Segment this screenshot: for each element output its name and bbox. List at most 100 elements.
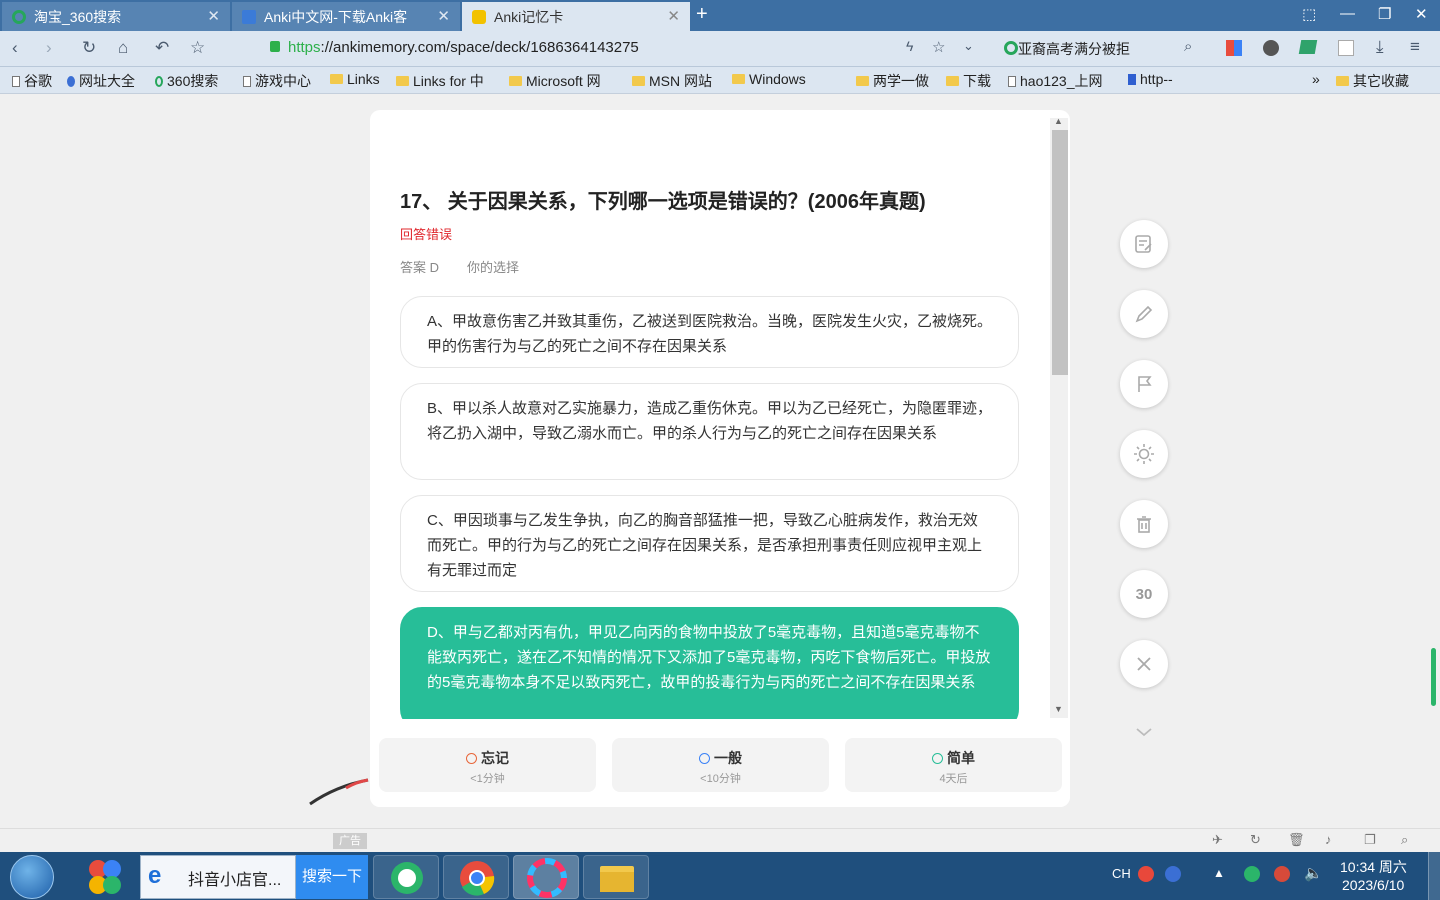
bookmark-item[interactable]: Microsoft 网 — [509, 71, 601, 91]
option-d[interactable]: D、甲与乙都对丙有仇，甲见乙向丙的食物中投放了5毫克毒物，且知道5毫克毒物不能致… — [400, 607, 1019, 731]
forget-button[interactable]: 忘记 <1分钟 — [379, 738, 596, 792]
close-tab-icon[interactable]: ✕ — [667, 7, 680, 25]
lightning-icon[interactable]: ϟ — [906, 38, 913, 54]
back-icon[interactable]: ‹ — [12, 38, 18, 58]
bookmark-label: hao123_上网 — [1020, 73, 1103, 89]
easy-button[interactable]: 简单 4天后 — [845, 738, 1062, 792]
answer-status: 回答错误 — [400, 227, 453, 242]
360-search-icon — [12, 9, 26, 24]
correct-answer: 答案 D — [400, 260, 440, 275]
flag-icon[interactable] — [1120, 360, 1168, 408]
window-icon[interactable]: ❐ — [1364, 832, 1376, 848]
close-icon[interactable] — [1120, 640, 1168, 688]
bookmark-label: 下载 — [963, 73, 991, 89]
decorative-stroke — [309, 778, 369, 806]
page-icon — [243, 75, 251, 87]
clear-icon[interactable]: 🗑 — [1288, 832, 1305, 848]
sound-icon[interactable]: ♪ — [1325, 832, 1332, 847]
help-icon[interactable] — [1165, 866, 1181, 882]
search-suggestion[interactable]: 亚裔高考满分被拒 — [1018, 39, 1130, 59]
bookmark-star-icon[interactable]: ☆ — [932, 38, 945, 56]
pinwheel-app-icon[interactable] — [72, 855, 138, 899]
volume-icon[interactable]: 🔈 — [1304, 864, 1323, 882]
zoom-icon[interactable]: ⌕ — [1401, 832, 1408, 848]
home-icon[interactable]: ⌂ — [118, 38, 128, 58]
bookmark-item[interactable]: http-- — [1128, 71, 1173, 87]
browser-status-bar — [0, 828, 1440, 852]
timer-badge[interactable]: 30 — [1120, 570, 1168, 618]
brightness-icon[interactable] — [1120, 430, 1168, 478]
bookmark-label: Links for 中 — [413, 73, 484, 89]
folder-icon — [632, 76, 645, 86]
tab-anki-memory[interactable]: Anki记忆卡 ✕ — [462, 2, 690, 31]
scroll-up-icon[interactable]: ▲ — [1054, 116, 1063, 126]
file-explorer-icon[interactable] — [583, 855, 649, 899]
skin-icon[interactable]: ⬚ — [1302, 5, 1316, 23]
360-safe-icon[interactable] — [1244, 866, 1260, 882]
bookmark-item[interactable]: 游戏中心 — [243, 71, 311, 91]
clock-time[interactable]: 10:34 周六 — [1340, 857, 1407, 877]
bookmark-label: 其它收藏 — [1353, 73, 1409, 89]
sogou-input-icon[interactable] — [1138, 866, 1154, 882]
tab-anki-download[interactable]: Anki中文网-下载Anki客 ✕ — [232, 2, 460, 31]
edit-note-icon[interactable] — [1120, 220, 1168, 268]
close-tab-icon[interactable]: ✕ — [207, 7, 220, 25]
scroll-down-icon[interactable]: ▼ — [1054, 704, 1063, 714]
start-button[interactable] — [10, 855, 54, 899]
maximize-icon[interactable]: ❐ — [1378, 5, 1391, 23]
tab-taobao-search[interactable]: 淘宝_360搜索 ✕ — [2, 2, 230, 31]
menu-icon[interactable]: ≡ — [1410, 37, 1420, 57]
bookmark-item[interactable]: 网址大全 — [67, 71, 135, 91]
forward-icon[interactable]: › — [46, 38, 52, 58]
screenshot-icon[interactable] — [1338, 40, 1354, 56]
close-window-icon[interactable]: ✕ — [1415, 5, 1428, 23]
option-b[interactable]: B、甲以杀人故意对乙实施暴力，造成乙重伤休克。甲以为乙已经死亡，为隐匿罪迹，将乙… — [400, 383, 1019, 480]
bookmark-item[interactable]: 谷歌 — [12, 71, 52, 91]
sad-face-icon — [466, 753, 477, 764]
taskbar-search-button[interactable]: 搜索一下 — [296, 855, 368, 899]
trash-icon[interactable] — [1120, 500, 1168, 548]
input-language[interactable]: CH — [1112, 866, 1131, 881]
bookmark-item[interactable]: Windows — [732, 71, 806, 87]
network-disabled-icon[interactable] — [1274, 866, 1290, 882]
undo-close-icon[interactable]: ↶ — [155, 38, 169, 58]
scrollbar-thumb[interactable] — [1052, 130, 1068, 375]
apps-icon[interactable] — [1226, 40, 1242, 56]
bookmark-item[interactable]: Links — [330, 71, 380, 87]
colorful-app-icon[interactable] — [513, 855, 579, 899]
bookmark-item[interactable]: 360搜索 — [155, 71, 218, 91]
dropdown-chevron-icon[interactable]: ⌄ — [963, 38, 974, 54]
normal-button[interactable]: 一般 <10分钟 — [612, 738, 829, 792]
url-text[interactable]: https://ankimemory.com/space/deck/168636… — [288, 39, 639, 56]
chrome-icon[interactable] — [443, 855, 509, 899]
minimize-icon[interactable]: — — [1340, 5, 1355, 22]
close-tab-icon[interactable]: ✕ — [437, 7, 450, 25]
reload-icon[interactable]: ↻ — [82, 38, 96, 58]
chevron-down-icon[interactable] — [1135, 722, 1153, 743]
favorite-star-icon[interactable]: ☆ — [190, 38, 205, 58]
other-bookmarks[interactable]: 其它收藏 — [1336, 71, 1409, 91]
extension-icon[interactable] — [1263, 40, 1279, 56]
show-desktop-button[interactable] — [1428, 852, 1440, 900]
tray-expand-icon[interactable]: ▲ — [1213, 866, 1225, 880]
button-label: 简单 — [947, 750, 975, 766]
new-tab-button[interactable]: + — [696, 3, 708, 26]
bookmark-item[interactable]: 下载 — [946, 71, 991, 91]
download-icon[interactable]: ⤓ — [1376, 37, 1384, 57]
pencil-icon[interactable] — [1120, 290, 1168, 338]
option-c[interactable]: C、甲因琐事与乙发生争执，向乙的胸音部猛推一把，导致乙心脏病发作，救治无效而死亡… — [400, 495, 1019, 592]
bookmark-item[interactable]: hao123_上网 — [1008, 71, 1103, 91]
anki-icon — [472, 9, 486, 24]
lock-icon — [270, 41, 280, 52]
bookmark-item[interactable]: MSN 网站 — [632, 71, 712, 91]
layers-icon[interactable] — [1298, 40, 1318, 54]
bookmark-item[interactable]: Links for 中 — [396, 71, 484, 91]
rocket-icon[interactable]: ✈ — [1212, 832, 1223, 848]
bookmarks-more-button[interactable]: » — [1312, 71, 1320, 87]
search-icon[interactable]: ⌕ — [1184, 38, 1192, 55]
refresh-icon[interactable]: ↻ — [1250, 832, 1261, 848]
360-browser-icon[interactable] — [373, 855, 439, 899]
clock-date[interactable]: 2023/6/10 — [1342, 877, 1404, 893]
bookmark-item[interactable]: 两学一做 — [856, 71, 929, 91]
option-a[interactable]: A、甲故意伤害乙并致其重伤，乙被送到医院救治。当晚，医院发生火灾，乙被烧死。甲的… — [400, 296, 1019, 368]
